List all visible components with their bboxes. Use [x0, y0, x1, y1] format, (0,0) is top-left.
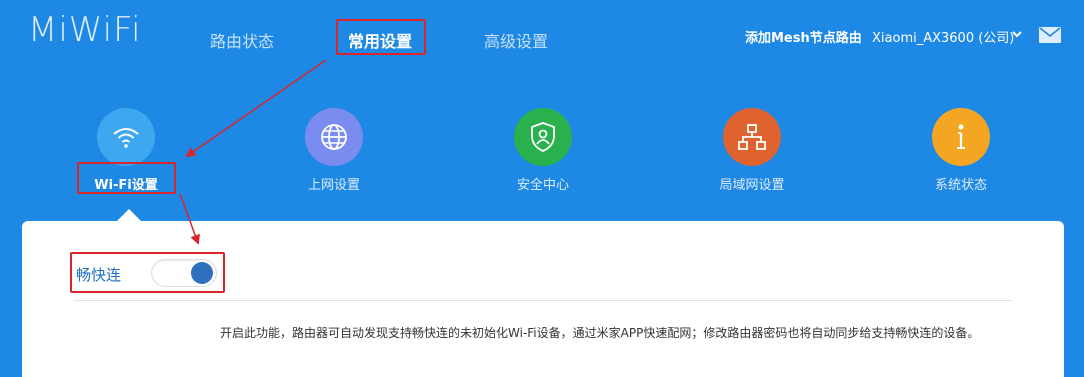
- device-name[interactable]: Xiaomi_AX3600 (公司): [872, 27, 1014, 46]
- chevron-down-icon[interactable]: [1011, 28, 1023, 40]
- shield-icon: [514, 108, 572, 166]
- category-label: 局域网设置: [719, 178, 785, 193]
- nav-router-status[interactable]: 路由状态: [210, 28, 274, 52]
- category-label: 系统状态: [934, 178, 987, 193]
- category-label: 安全中心: [516, 178, 569, 193]
- category-internet-settings[interactable]: 上网设置: [254, 108, 414, 193]
- mail-icon[interactable]: [1039, 27, 1061, 43]
- highlight-common-settings: [336, 19, 426, 55]
- miwifi-logo: MiWiFi: [28, 10, 142, 50]
- globe-icon: [305, 108, 363, 166]
- nav-advanced-settings[interactable]: 高级设置: [484, 28, 548, 52]
- wifi-icon: [97, 108, 155, 166]
- quick-connect-description: 开启此功能，路由器可自动发现支持畅快连的未初始化Wi-Fi设备，通过米家APP快…: [220, 326, 980, 340]
- divider: [74, 300, 1012, 301]
- network-icon: [723, 108, 781, 166]
- highlight-wifi-settings: [77, 162, 176, 194]
- info-icon: [932, 108, 990, 166]
- category-lan-settings[interactable]: 局域网设置: [672, 108, 832, 193]
- add-mesh-node-link[interactable]: 添加Mesh节点路由: [745, 27, 862, 46]
- settings-panel: [22, 221, 1064, 377]
- highlight-quick-connect: [70, 252, 225, 293]
- category-label: 上网设置: [307, 178, 360, 193]
- category-security-center[interactable]: 安全中心: [463, 108, 623, 193]
- category-system-status[interactable]: 系统状态: [881, 108, 1041, 193]
